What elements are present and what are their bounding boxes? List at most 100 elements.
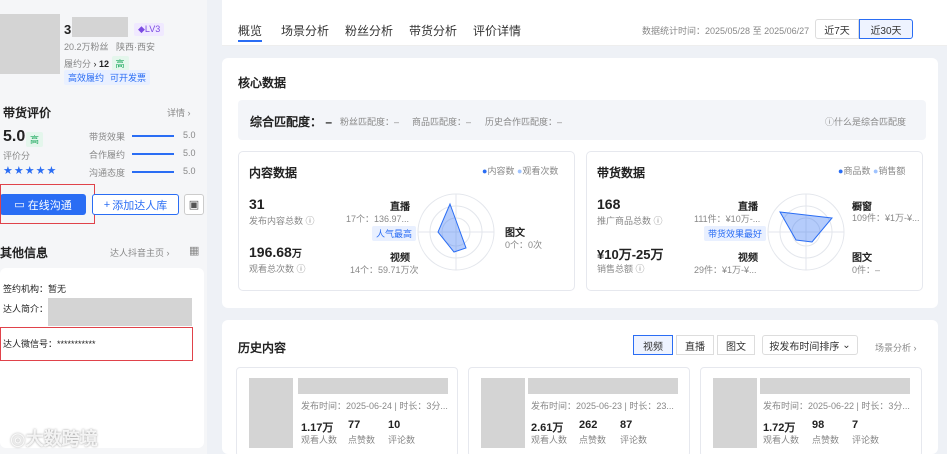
tab-fans[interactable]: 粉丝分析 [345,22,393,39]
org-row: 签约机构：暂无 [3,284,67,294]
metric-value-fulfill: 5.0 [183,148,196,158]
history-date: 发布时间：2025-06-23 | 时长：23... [531,401,674,411]
content-tw-value: 0个：0次 [505,240,543,250]
history-comments: 7 [852,419,859,431]
tab-reviews[interactable]: 评价详情 [473,22,521,39]
fulfillment-row: 履约分 › 12 高 [64,56,129,71]
filter-image[interactable]: 图文 [717,335,755,355]
name-prefix: 3 [64,22,72,37]
match-help-link[interactable]: ⓘ什么是综合匹配度 [825,115,906,128]
goods-sales-label: 销售总额 ⓘ [597,264,645,274]
goods-tw-value: 0件：– [852,265,881,275]
scene-analysis-link[interactable]: 场景分析 › [875,341,917,354]
review-score-grade: 高 [26,132,44,147]
goods-window-value: 109件：¥1万-¥... [852,213,920,223]
avatar [0,14,60,74]
history-comments: 87 [620,419,633,431]
thumbnail [481,378,525,448]
content-views-label: 观看总次数 ⓘ [249,264,306,274]
content-tw-label: 图文 [505,228,525,239]
question-icon: ⓘ [825,117,835,127]
thumbnail [249,378,293,448]
history-date: 发布时间：2025-06-24 | 时长：3分... [301,401,448,411]
range-7d-button[interactable]: 近7天 [815,19,859,39]
add-library-button[interactable]: + 添加达人库 [92,194,179,215]
location: 陕西·西安 [116,42,155,52]
content-video-value: 14个：59.71万次 [350,265,419,275]
goods-title: 带货数据 [597,166,646,180]
comments-label: 评论数 [852,435,880,445]
sort-select[interactable]: 按发布时间排序 ⌄ [762,335,858,355]
other-title: 其他信息 [0,246,49,260]
douyin-link[interactable]: 达人抖音主页 › [110,246,170,259]
title-blur [298,378,448,394]
history-likes: 262 [579,419,598,431]
tab-scene[interactable]: 场景分析 [281,22,329,39]
watermark: ◎大数跨境 [10,429,98,449]
history-date: 发布时间：2025-06-22 | 时长：3分... [763,401,910,411]
goods-total: 168 [597,196,621,212]
name-blur [72,17,128,37]
review-detail-link[interactable]: 详情 › [167,106,191,119]
metric-label-effect: 带货效果 [89,132,126,142]
thumbnail [713,378,757,448]
metric-bar-fulfill [132,153,174,155]
diamond-icon: ◆ [138,24,145,34]
metric-label-fulfill: 合作履约 [89,150,126,160]
tag-efficient: 高效履约 [64,70,109,85]
comments-label: 评论数 [620,435,648,445]
content-title: 内容数据 [249,166,298,180]
intro-blur [48,298,192,326]
intro-label: 达人简介： [3,304,49,314]
tag-invoice: 可开发票 [106,70,151,85]
goods-total-label: 推广商品总数 ⓘ [597,216,663,226]
goods-live-value: 111件：¥10万-... [694,214,761,224]
review-title: 带货评价 [3,106,52,120]
views-label: 观看人数 [301,435,338,445]
fulfillment-grade: 高 [111,56,129,71]
comments-label: 评论数 [388,435,416,445]
goods-badge: 带货效果最好 [704,226,767,241]
goods-live-label: 直播 [738,202,758,213]
views-label: 观看人数 [763,435,800,445]
match-main: 综合匹配度： – [250,115,333,129]
org-value: 暂无 [48,284,67,294]
range-30d-button[interactable]: 近30天 [859,19,913,39]
likes-label: 点赞数 [348,435,376,445]
content-radar-chart [417,193,495,271]
filter-video[interactable]: 视频 [633,335,673,355]
content-total-label: 发布内容总数 ⓘ [249,216,315,226]
filter-live[interactable]: 直播 [676,335,714,355]
likes-label: 点赞数 [579,435,607,445]
content-total: 31 [249,196,265,212]
metric-label-attitude: 沟通态度 [89,168,126,178]
goods-sales: ¥10万-25万 [597,247,664,262]
content-video-label: 视频 [390,253,410,264]
content-live-value: 17个：136.97... [346,214,410,224]
watermark-logo-icon: ◎ [10,429,26,449]
match-history: 历史合作匹配度：– [485,117,563,127]
views-label: 观看人数 [531,435,568,445]
grid-icon[interactable]: ▦ [189,244,199,257]
goods-video-value: 29件：¥1万-¥... [694,265,757,275]
level-badge: ◆LV3 [134,23,165,36]
wechat-highlight [0,327,193,361]
content-legend: ●内容数 ●观看次数 [482,166,559,176]
goods-tw-label: 图文 [852,253,872,264]
stats-range: 数据统计时间：2025/05/28 至 2025/06/27 [642,26,810,36]
history-likes: 98 [812,419,825,431]
metric-value-attitude: 5.0 [183,166,196,176]
followers: 20.2万粉丝 [64,42,109,52]
content-live-label: 直播 [390,202,410,213]
metric-value-effect: 5.0 [183,130,196,140]
match-goods: 商品匹配度：– [412,117,472,127]
tab-goods[interactable]: 带货分析 [409,22,457,39]
review-stars: ★★★★★ [3,165,58,177]
history-likes: 77 [348,419,361,431]
likes-label: 点赞数 [812,435,840,445]
clipboard-button[interactable]: ▣ [184,194,204,215]
tab-overview[interactable]: 概览 [238,22,262,39]
chat-highlight [0,184,95,224]
fulfillment-score: 12 [99,59,110,69]
match-fans: 粉丝匹配度：– [340,117,400,127]
